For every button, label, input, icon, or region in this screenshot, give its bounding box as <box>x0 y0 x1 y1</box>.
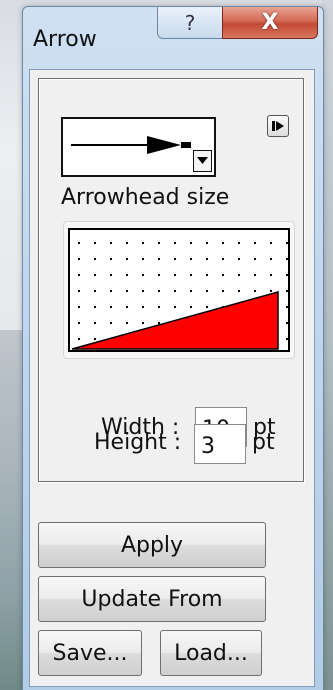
grid-dot <box>158 290 160 292</box>
grid-dot <box>286 338 288 340</box>
grid-dot <box>158 306 160 308</box>
grid-dot <box>286 242 288 244</box>
grid-dot <box>190 306 192 308</box>
grid-dot <box>270 242 272 244</box>
window-title: Arrow <box>33 27 97 52</box>
height-field[interactable] <box>194 424 246 464</box>
grid-dot <box>126 258 128 260</box>
grid-dot <box>158 274 160 276</box>
play-next-icon[interactable] <box>267 115 289 137</box>
grid-dot <box>78 338 80 340</box>
palette-client-area: Arrowhead size Width : pt Height : Heigh… <box>29 69 315 687</box>
grid-dot <box>142 306 144 308</box>
grid-dot <box>126 274 128 276</box>
grid-dot <box>254 242 256 244</box>
grid-dot <box>254 274 256 276</box>
grid-dot <box>222 258 224 260</box>
grid-dot <box>206 306 208 308</box>
close-button[interactable]: X <box>222 7 318 39</box>
grid-dot <box>174 274 176 276</box>
grid-dot <box>94 274 96 276</box>
help-button[interactable]: ? <box>157 7 223 39</box>
save-button[interactable]: Save... <box>38 630 142 676</box>
arrow-settings-group: Arrowhead size Width : pt Height : <box>38 78 304 482</box>
grid-dot <box>142 258 144 260</box>
grid-dot <box>78 242 80 244</box>
grid-dot <box>270 290 272 292</box>
grid-dot <box>78 274 80 276</box>
grid-dot <box>286 274 288 276</box>
grid-dot <box>94 306 96 308</box>
chevron-down-icon[interactable] <box>193 150 212 172</box>
help-icon: ? <box>184 10 196 35</box>
grid-dot <box>142 290 144 292</box>
load-button[interactable]: Load... <box>160 630 262 676</box>
grid-dot <box>94 290 96 292</box>
grid-dot <box>126 306 128 308</box>
grid-dot <box>206 242 208 244</box>
grid-dot <box>254 290 256 292</box>
update-from-button[interactable]: Update From <box>38 576 266 622</box>
grid-dot <box>206 274 208 276</box>
grid-dot <box>142 274 144 276</box>
grid-dot <box>238 258 240 260</box>
grid-dot <box>190 242 192 244</box>
grid-dot <box>190 290 192 292</box>
grid-dot <box>110 290 112 292</box>
grid-dot <box>238 242 240 244</box>
grid-dot <box>110 242 112 244</box>
grid-dot <box>158 242 160 244</box>
arrow-style-dropdown[interactable] <box>61 117 216 177</box>
grid-dot <box>142 242 144 244</box>
grid-dot <box>110 322 112 324</box>
arrowhead-size-label: Arrowhead size <box>61 185 230 210</box>
arrowhead-size-canvas[interactable] <box>63 221 295 359</box>
grid-dot <box>78 290 80 292</box>
arrowhead-shape-editor[interactable] <box>68 228 290 352</box>
grid-dot <box>158 322 160 324</box>
grid-dot <box>126 322 128 324</box>
grid-dot <box>286 290 288 292</box>
grid-dot <box>206 258 208 260</box>
grid-dot <box>94 258 96 260</box>
grid-dot <box>126 242 128 244</box>
grid-dot <box>78 306 80 308</box>
close-icon: X <box>261 10 279 35</box>
grid-dot <box>238 274 240 276</box>
grid-dot <box>206 290 208 292</box>
grid-dot <box>254 258 256 260</box>
grid-dot <box>78 258 80 260</box>
grid-dot <box>110 258 112 260</box>
grid-dot <box>94 338 96 340</box>
grid-dot <box>142 322 144 324</box>
grid-dot <box>174 242 176 244</box>
arrow-palette-window: Arrow ? X Arrowhead size Width: 10 pt H… <box>22 6 324 690</box>
grid-dot <box>174 306 176 308</box>
grid-dot <box>110 306 112 308</box>
grid-dot <box>286 258 288 260</box>
grid-dot <box>78 322 80 324</box>
grid-dot <box>126 290 128 292</box>
grid-dot <box>222 274 224 276</box>
grid-dot <box>190 258 192 260</box>
height-unit: pt <box>252 430 275 455</box>
grid-dot <box>270 274 272 276</box>
grid-dot <box>270 258 272 260</box>
grid-dot <box>222 290 224 292</box>
grid-dot <box>94 242 96 244</box>
grid-dot <box>174 258 176 260</box>
grid-dot <box>158 258 160 260</box>
apply-button[interactable]: Apply <box>38 522 266 568</box>
grid-dot <box>286 306 288 308</box>
grid-dot <box>286 322 288 324</box>
grid-dot <box>174 290 176 292</box>
grid-dot <box>110 274 112 276</box>
height-label: Height : <box>94 430 182 455</box>
grid-dot <box>190 274 192 276</box>
grid-dot <box>238 290 240 292</box>
arrow-right-filled-line-icon <box>71 136 191 154</box>
grid-dot <box>94 322 96 324</box>
grid-dot <box>222 242 224 244</box>
